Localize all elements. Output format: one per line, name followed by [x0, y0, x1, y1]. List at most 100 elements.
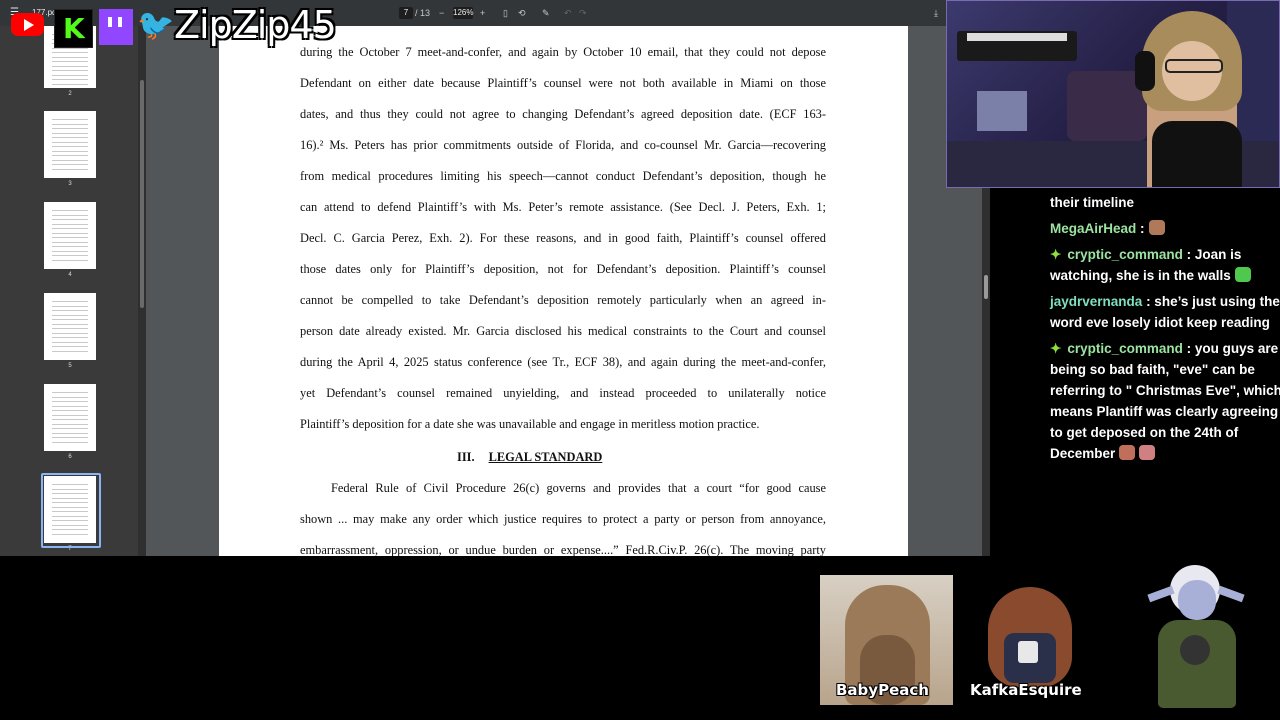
- thumbnail-text-line: [52, 210, 88, 211]
- document-line: 16).² Ms. Peters has prior commitments o…: [300, 138, 826, 152]
- thumbnail-text-line: [52, 137, 88, 138]
- thumbnail-scrollbar-thumb[interactable]: [140, 80, 144, 308]
- page-thumbnail[interactable]: [44, 293, 96, 360]
- page-thumbnail[interactable]: [44, 384, 96, 451]
- thumbnail-text-line: [52, 214, 88, 216]
- document-scrollbar-thumb[interactable]: [984, 275, 988, 299]
- zoom-input[interactable]: 126%: [453, 7, 473, 19]
- thumbnail-text-line: [52, 164, 88, 165]
- webcam-headphones: [1135, 51, 1155, 91]
- undo-icon[interactable]: ↶: [564, 8, 572, 19]
- thumbnail-text-line: [52, 414, 88, 416]
- host-avatar-elf: [1140, 560, 1250, 710]
- thumbnail-text-line: [52, 56, 88, 58]
- thumbnail-text-line: [52, 65, 88, 67]
- chat-message: jaydrvernanda : she’s just using the wor…: [1050, 291, 1280, 333]
- zoom-in-button[interactable]: +: [480, 8, 485, 18]
- thumbnail-text-line: [52, 301, 88, 302]
- twitch-icon: [99, 9, 133, 45]
- webcam-feed: [946, 0, 1280, 188]
- thumbnail-text-line: [52, 241, 88, 243]
- thumbnail-page-number: 3: [68, 181, 72, 187]
- thumbnail-text-line: [52, 314, 88, 316]
- webcam-cat-house: [977, 91, 1027, 131]
- thumbnail-text-line: [52, 437, 88, 438]
- thumbnail-text-line: [52, 332, 88, 334]
- thumbnail-text-line: [52, 128, 88, 129]
- thumbnail-text-line: [52, 83, 88, 85]
- document-line: person date already existed. Mr. Garcia …: [300, 324, 826, 338]
- thumbnail-text-line: [52, 259, 88, 261]
- chat-username[interactable]: cryptic_command: [1067, 341, 1183, 356]
- thumbnail-text-line: [52, 392, 88, 393]
- page-total: / 13: [415, 8, 431, 18]
- document-line: Federal Rule of Civil Procedure 26(c) go…: [331, 481, 826, 495]
- redo-icon[interactable]: ↷: [579, 8, 587, 19]
- document-line: dates, and thus they could not agree to …: [300, 107, 826, 121]
- zoom-out-button[interactable]: −: [439, 8, 444, 18]
- thumbnail-text-line: [52, 310, 88, 311]
- rotate-icon[interactable]: ⟲: [518, 8, 526, 19]
- thumbnail-text-line: [52, 250, 88, 252]
- annotate-icon[interactable]: ✎: [542, 8, 550, 19]
- thumbnail-text-line: [52, 119, 88, 120]
- mod-badge-icon: ✦: [1050, 247, 1062, 262]
- thumbnail-page-number: 6: [68, 454, 72, 460]
- document-line: can attend to defend Plaintiff’s with Ms…: [300, 200, 826, 214]
- document-line: cannot be compelled to take Defendant’s …: [300, 293, 826, 307]
- chat-text: : you guys are being so bad faith, "eve"…: [1050, 341, 1280, 461]
- thumbnail-text-line: [52, 441, 88, 443]
- thumbnail-text-line: [52, 328, 88, 329]
- document-line: those dates only for Plaintiff’s deposit…: [300, 262, 826, 276]
- chat-message: their timeline: [1050, 192, 1280, 213]
- thumbnail-text-line: [52, 219, 88, 220]
- thumbnail-text-line: [52, 168, 88, 170]
- chat-text: :: [1140, 221, 1145, 236]
- thumbnail-text-line: [52, 132, 88, 134]
- thumbnail-text-line: [52, 155, 88, 156]
- document-line: embarrassment, oppression, or undue burd…: [300, 543, 826, 556]
- pdf-viewer: during the October 7 meet-and-confer, an…: [0, 0, 990, 556]
- thumbnail-text-line: [52, 228, 88, 229]
- thumbnail-text-line: [52, 346, 88, 347]
- webcam-shirt: [1152, 121, 1242, 187]
- page-number-input[interactable]: 7: [399, 7, 413, 19]
- thumbnail-page-number: 2: [68, 91, 72, 97]
- thumbnail-text-line: [52, 146, 88, 147]
- selected-thumbnail-highlight: [41, 473, 101, 548]
- thumbnail-text-line: [52, 159, 88, 161]
- chat-emote-icon: [1119, 445, 1136, 460]
- thumbnail-text-line: [52, 52, 88, 53]
- thumbnail-text-line: [52, 305, 88, 307]
- webcam-piano-keys: [967, 33, 1067, 41]
- page-thumbnail[interactable]: [44, 111, 96, 178]
- mod-badge-icon: ✦: [1050, 341, 1062, 356]
- document-line: shown ... may make any order which justi…: [300, 512, 826, 526]
- chat-emote-icon: [1139, 445, 1156, 460]
- thumbnail-text-line: [52, 70, 88, 71]
- guest-avatar-kafkaesquire: [982, 583, 1078, 691]
- fit-page-icon[interactable]: ▯: [503, 8, 508, 19]
- thumbnail-text-line: [52, 405, 88, 407]
- chat-username[interactable]: cryptic_command: [1067, 247, 1183, 262]
- twitter-icon: 🐦: [137, 8, 175, 43]
- thumbnail-text-line: [52, 341, 88, 343]
- chat-text: their timeline: [1050, 195, 1135, 210]
- document-line: during the October 7 meet-and-confer, an…: [300, 45, 826, 59]
- thumbnail-text-line: [52, 61, 88, 62]
- document-line: from medical procedures limiting his spe…: [300, 169, 826, 183]
- chat-username[interactable]: MegaAirHead: [1050, 221, 1136, 236]
- page-thumbnail[interactable]: [44, 202, 96, 269]
- download-icon[interactable]: ⤓: [934, 8, 938, 19]
- thumbnail-text-line: [52, 337, 88, 338]
- pdf-page: during the October 7 meet-and-confer, an…: [219, 26, 908, 556]
- chat-message: ✦ cryptic_command : you guys are being so…: [1050, 338, 1280, 464]
- chat-emote-icon: [1148, 220, 1165, 235]
- thumbnail-text-line: [52, 396, 88, 398]
- thumbnail-text-line: [52, 255, 88, 256]
- thumbnail-text-line: [52, 74, 88, 76]
- chat-username[interactable]: jaydrvernanda: [1050, 294, 1142, 309]
- document-line: Defendant on either date because Plainti…: [300, 76, 826, 90]
- thumbnail-text-line: [52, 423, 88, 425]
- youtube-icon: [11, 13, 44, 36]
